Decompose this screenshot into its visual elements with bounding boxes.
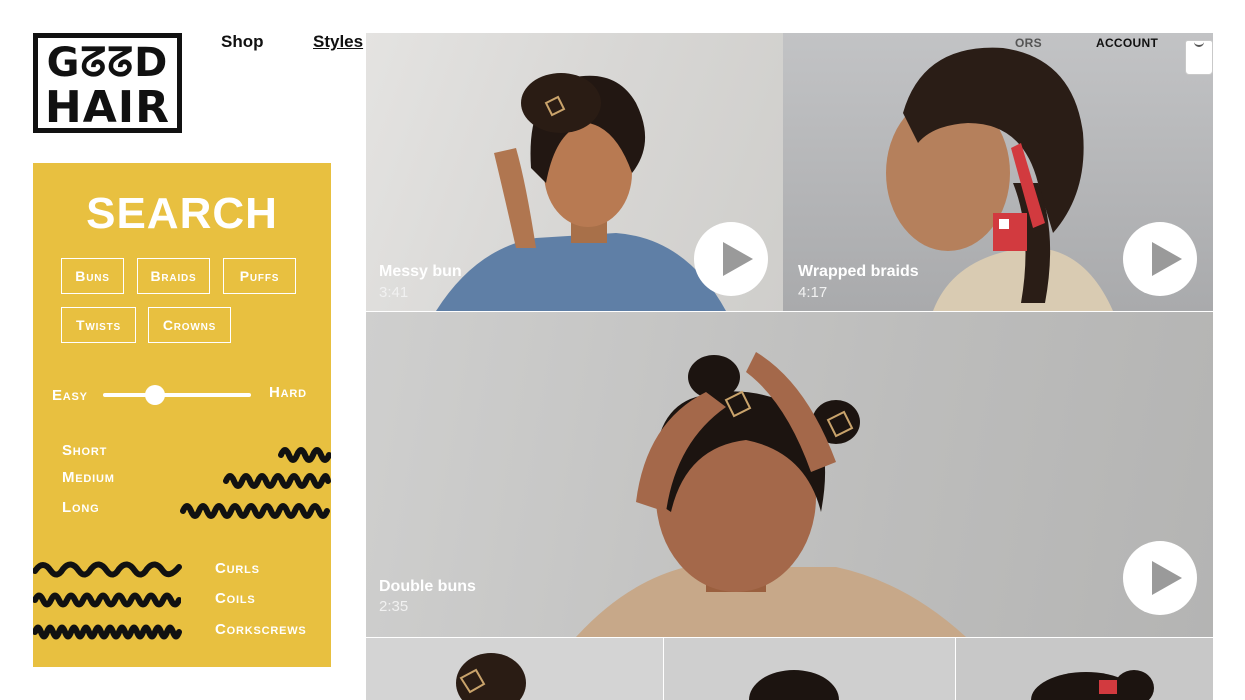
difficulty-slider-track[interactable]: [103, 393, 251, 397]
video-title: Double buns: [379, 578, 476, 595]
play-icon[interactable]: [1123, 222, 1197, 296]
length-option-long[interactable]: Long: [62, 499, 99, 516]
difficulty-max-label: Hard: [269, 384, 307, 401]
logo-line-1: GᘔᘔD: [46, 40, 169, 86]
long-hair-squiggle-icon[interactable]: [180, 499, 331, 523]
texture-option-curls[interactable]: Curls: [215, 560, 260, 577]
video-duration: 3:41: [379, 284, 409, 301]
play-icon[interactable]: [1123, 541, 1197, 615]
video-tile[interactable]: [956, 638, 1213, 700]
short-hair-squiggle-icon[interactable]: [278, 443, 331, 467]
curls-texture-icon[interactable]: [33, 557, 183, 581]
video-tile[interactable]: [664, 638, 955, 700]
video-duration: 4:17: [798, 284, 828, 301]
nav-utility-link[interactable]: ORS: [1015, 36, 1042, 50]
video-tile-double-buns[interactable]: Double buns 2:35: [366, 312, 1213, 637]
shopping-bag-icon[interactable]: [1185, 40, 1213, 75]
video-thumbnail-double-buns: [576, 352, 966, 637]
video-title: Wrapped braids: [798, 263, 919, 280]
difficulty-min-label: Easy: [52, 387, 88, 404]
video-title: Messy bun: [379, 263, 462, 280]
video-tile[interactable]: [366, 638, 663, 700]
good-hair-logo[interactable]: GᘔᘔD HAIR: [33, 33, 182, 133]
nav-styles[interactable]: Styles: [313, 32, 363, 52]
logo-line-2: HAIR: [44, 82, 171, 133]
play-icon[interactable]: [694, 222, 768, 296]
length-option-short[interactable]: Short: [62, 442, 107, 459]
medium-hair-squiggle-icon[interactable]: [223, 469, 331, 493]
filter-chip-buns[interactable]: Buns: [61, 258, 124, 294]
length-option-medium[interactable]: Medium: [62, 469, 115, 486]
texture-option-corkscrews[interactable]: Corkscrews: [215, 621, 307, 638]
video-tile-messy-bun[interactable]: Messy bun 3:41: [366, 33, 783, 311]
video-thumbnail: [1031, 670, 1154, 700]
search-title: SEARCH: [86, 189, 278, 238]
filter-chip-crowns[interactable]: Crowns: [148, 307, 231, 343]
nav-account[interactable]: ACCOUNT: [1096, 36, 1158, 50]
filter-chip-braids[interactable]: Braids: [137, 258, 210, 294]
video-thumbnail: [749, 670, 839, 700]
filter-chip-twists[interactable]: Twists: [61, 307, 136, 343]
search-panel: SEARCH Buns Braids Puffs Twists Crowns E…: [33, 163, 331, 667]
corkscrews-texture-icon[interactable]: [33, 619, 183, 643]
nav-shop[interactable]: Shop: [221, 32, 264, 52]
filter-chip-puffs[interactable]: Puffs: [223, 258, 296, 294]
video-tile-wrapped-braids[interactable]: Wrapped braids 4:17: [783, 33, 1213, 311]
video-thumbnail: [456, 653, 526, 700]
texture-option-coils[interactable]: Coils: [215, 590, 256, 607]
difficulty-slider-thumb[interactable]: [145, 385, 165, 405]
coils-texture-icon[interactable]: [33, 588, 181, 612]
video-duration: 2:35: [379, 598, 409, 615]
